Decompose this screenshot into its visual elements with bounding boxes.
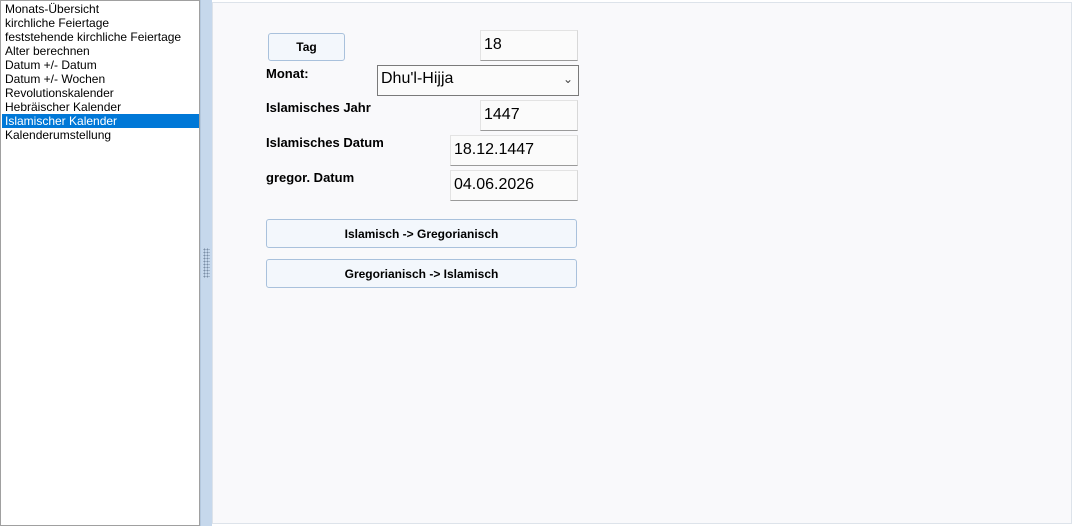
monat-select[interactable]: Dhu'l-Hijja ⌄ [377, 65, 579, 96]
islamic-calendar-panel: Tag 18 Monat: Dhu'l-Hijja ⌄ Islamisches … [212, 2, 1072, 524]
sidebar-item-alter-berechnen[interactable]: Alter berechnen [2, 44, 199, 58]
sidebar-item-feststehende-feiertage[interactable]: feststehende kirchliche Feiertage [2, 30, 199, 44]
gregorianisch-to-islamisch-button[interactable]: Gregorianisch -> Islamisch [266, 259, 577, 288]
islamisches-jahr-label: Islamisches Jahr [266, 100, 371, 115]
panel-splitter[interactable] [200, 0, 212, 526]
splitter-grip-icon[interactable] [203, 248, 210, 278]
calendar-function-list[interactable]: Monats-Übersicht kirchliche Feiertage fe… [0, 0, 200, 526]
monat-select-value: Dhu'l-Hijja [381, 70, 454, 87]
islamisches-datum-field[interactable]: 18.12.1447 [450, 135, 578, 166]
sidebar-item-kalenderumstellung[interactable]: Kalenderumstellung [2, 128, 199, 142]
sidebar-item-monats-uebersicht[interactable]: Monats-Übersicht [2, 2, 199, 16]
islamisches-datum-label: Islamisches Datum [266, 135, 384, 150]
sidebar-item-revolutionskalender[interactable]: Revolutionskalender [2, 86, 199, 100]
sidebar-item-kirchliche-feiertage[interactable]: kirchliche Feiertage [2, 16, 199, 30]
sidebar-item-datum-plus-minus-datum[interactable]: Datum +/- Datum [2, 58, 199, 72]
islamisches-jahr-field[interactable]: 1447 [480, 100, 578, 131]
tag-button[interactable]: Tag [268, 33, 345, 61]
tag-field[interactable]: 18 [480, 30, 578, 61]
chevron-down-icon[interactable]: ⌄ [563, 66, 573, 92]
sidebar-item-hebraeischer-kalender[interactable]: Hebräischer Kalender [2, 100, 199, 114]
monat-label: Monat: [266, 66, 309, 81]
sidebar-item-datum-plus-minus-wochen[interactable]: Datum +/- Wochen [2, 72, 199, 86]
gregor-datum-label: gregor. Datum [266, 170, 355, 185]
sidebar-item-islamischer-kalender[interactable]: Islamischer Kalender [2, 114, 199, 128]
islamisch-to-gregorianisch-button[interactable]: Islamisch -> Gregorianisch [266, 219, 577, 248]
gregor-datum-field[interactable]: 04.06.2026 [450, 170, 578, 201]
